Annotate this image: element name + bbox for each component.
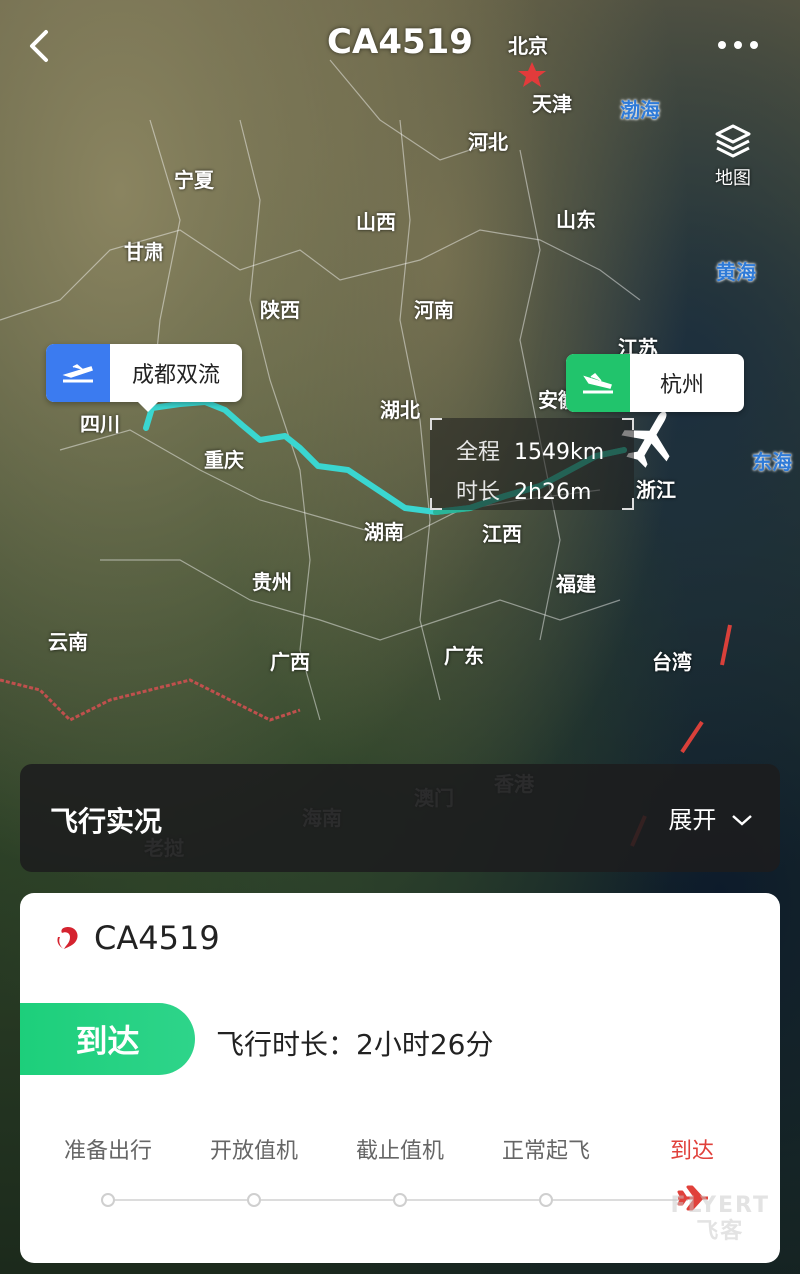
- map-label-fujian: 福建: [556, 572, 596, 596]
- national-border: [0, 678, 301, 722]
- origin-chip-pointer: [136, 400, 160, 412]
- map-label-yunnan: 云南: [48, 630, 88, 654]
- east-border-dash: [680, 720, 704, 754]
- map-label-zhejiang: 浙江: [636, 478, 676, 502]
- map-label-gansu: 甘肃: [124, 240, 164, 264]
- flight-code: CA4519: [94, 919, 220, 957]
- step-dot: [247, 1193, 261, 1207]
- flight-header: CA4519: [54, 919, 220, 957]
- status-badge: 到达: [20, 1003, 195, 1075]
- watermark: FLYERT 飞客: [670, 1193, 770, 1245]
- watermark-line1: FLYERT: [670, 1193, 770, 1218]
- distance-key: 全程: [456, 440, 501, 465]
- landing-icon: [566, 354, 630, 412]
- step-dot: [101, 1193, 115, 1207]
- expand-button[interactable]: 展开: [668, 800, 754, 835]
- map-label-shanxi: 山西: [356, 210, 396, 234]
- map-label-sichuan: 四川: [80, 412, 120, 436]
- map-label-shaanxi: 陕西: [260, 298, 300, 322]
- map-label-jiangxi: 江西: [482, 522, 522, 546]
- map-label-hubei: 湖北: [380, 398, 420, 422]
- duration-key: 时长: [456, 480, 501, 505]
- step-label: 正常起飞: [501, 1139, 591, 1164]
- sea-label-huanghai: 黄海: [716, 260, 756, 284]
- live-panel-title: 飞行实况: [50, 805, 163, 838]
- east-border-dash: [720, 624, 732, 666]
- map-label-tianjin: 天津: [532, 92, 572, 116]
- step-label: 截止值机: [355, 1139, 445, 1164]
- map-label-ningxia: 宁夏: [174, 168, 214, 192]
- flight-status-card: CA4519 到达 飞行时长：2小时26分 准备出行 开放值机 截止值机 正常起…: [20, 893, 780, 1263]
- map-label-guangxi: 广西: [270, 650, 310, 674]
- step-label: 开放值机: [209, 1139, 299, 1164]
- map-layer-button[interactable]: 地图: [698, 120, 768, 190]
- destination-airport-label: 杭州: [660, 373, 705, 398]
- map-label-henan: 河南: [414, 298, 454, 322]
- duration-row: 时长 2h26m: [456, 474, 591, 506]
- sea-label-donghai: 东海: [752, 450, 792, 474]
- map-label-hunan: 湖南: [364, 520, 404, 544]
- origin-airport-label: 成都双流: [132, 363, 221, 388]
- expand-label: 展开: [668, 806, 717, 834]
- map-label-shandong: 山东: [556, 208, 596, 232]
- top-bar: CA4519: [0, 0, 800, 90]
- duration-value: 2h26m: [514, 480, 592, 505]
- sea-label-bohai: 渤海: [620, 98, 660, 122]
- distance-value: 1549km: [514, 440, 605, 465]
- map-label-guizhou: 贵州: [252, 570, 292, 594]
- more-dots-icon: [718, 41, 758, 49]
- chevron-down-icon: [732, 815, 752, 826]
- layers-icon: [715, 124, 751, 158]
- watermark-line2: 飞客: [696, 1219, 745, 1244]
- flight-duration: 飞行时长：2小时26分: [216, 1028, 494, 1061]
- step-label-active: 到达: [669, 1139, 715, 1164]
- step-label: 准备出行: [63, 1139, 153, 1164]
- distance-row: 全程 1549km: [456, 434, 604, 466]
- air-china-logo-icon: [57, 927, 78, 949]
- page-title: CA4519: [327, 22, 473, 62]
- destination-airport-chip[interactable]: 杭州: [566, 354, 745, 412]
- step-dot: [539, 1193, 553, 1207]
- progress-steps: 准备出行 开放值机 截止值机 正常起飞 到达: [20, 1133, 780, 1164]
- route-info-box: 全程 1549km 时长 2h26m: [430, 418, 634, 510]
- map-label-chongqing: 重庆: [204, 448, 244, 472]
- flight-live-panel[interactable]: 飞行实况 展开: [20, 764, 780, 872]
- map-label-guangdong: 广东: [444, 644, 484, 668]
- takeoff-icon: [46, 344, 110, 402]
- map-label-taiwan: 台湾: [652, 650, 692, 674]
- step-dot: [393, 1193, 407, 1207]
- map-label-hebei: 河北: [468, 130, 508, 154]
- map-layer-label: 地图: [715, 168, 751, 189]
- origin-airport-chip[interactable]: 成都双流: [46, 344, 243, 402]
- more-button[interactable]: [716, 30, 760, 60]
